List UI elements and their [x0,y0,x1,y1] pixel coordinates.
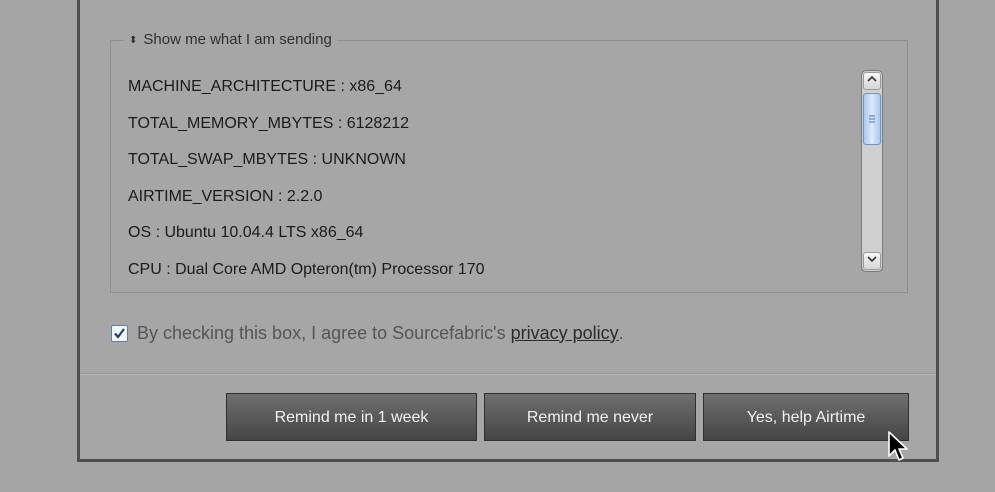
scrollbar-thumb[interactable] [863,93,881,145]
button-divider [80,373,936,374]
info-row-total-swap: TOTAL_SWAP_MBYTES : UNKNOWN [128,151,406,168]
info-row-os: OS : Ubuntu 10.04.4 LTS x86_64 [128,224,364,241]
privacy-agreement: By checking this box, I agree to Sourcef… [111,321,624,345]
agreement-text: By checking this box, I agree to Sourcef… [137,322,511,343]
show-sending-toggle[interactable]: ⬍ Show me what I am sending [124,30,337,51]
agreement-period: . [618,322,624,343]
scroll-down-icon[interactable] [863,252,881,270]
info-scrollbar[interactable] [861,70,883,272]
sending-details-fieldset: ⬍ Show me what I am sending MACHINE_ARCHI… [110,30,908,293]
remind-week-button[interactable]: Remind me in 1 week [226,393,477,441]
expand-toggle-icon: ⬍ [129,35,138,46]
support-feedback-dialog: ⬍ Show me what I am sending MACHINE_ARCHI… [77,0,939,462]
info-row-total-memory: TOTAL_MEMORY_MBYTES : 6128212 [128,114,410,132]
privacy-policy-link[interactable]: privacy policy [511,323,619,344]
system-info-list: MACHINE_ARCHITECTURE : x86_64 TOTAL_MEMO… [128,69,848,285]
checkmark-icon [114,327,125,339]
mouse-pointer-icon [888,431,908,461]
show-sending-label: Show me what I am sending [143,31,332,48]
info-row-airtime-version: AIRTIME_VERSION : 2.2.0 [128,187,323,205]
privacy-agree-checkbox[interactable] [111,324,128,342]
remind-never-button[interactable]: Remind me never [484,393,696,441]
info-row-cpu: CPU : Dual Core AMD Opteron(tm) Processo… [128,260,485,278]
scroll-up-icon[interactable] [863,72,881,90]
yes-help-airtime-button[interactable]: Yes, help Airtime [703,393,909,441]
info-row-machine-architecture: MACHINE_ARCHITECTURE : x86_64 [128,78,402,95]
